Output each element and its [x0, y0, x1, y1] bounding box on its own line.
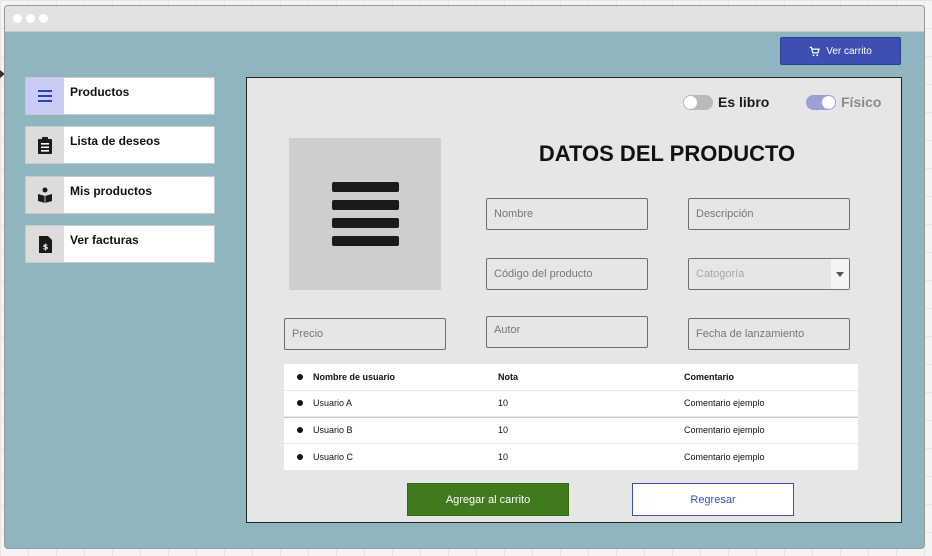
table-header-row: Nombre de usuario Nota Comentario	[284, 364, 858, 391]
column-header: Nombre de usuario	[313, 371, 396, 382]
table-cell: Usuario B	[313, 425, 353, 436]
nombre-field[interactable]: Nombre	[486, 198, 648, 230]
categoria-placeholder: Catogoría	[696, 268, 745, 280]
nav-icon-container	[26, 177, 64, 213]
es-libro-toggle-group: Es libro	[683, 94, 769, 110]
window-dot-icon[interactable]	[39, 14, 48, 23]
page-title: DATOS DEL PRODUCTO	[538, 141, 796, 166]
add-to-cart-button[interactable]: Agregar al carrito	[407, 483, 569, 516]
table-row[interactable]: Usuario C 10 Comentario ejemplo	[284, 444, 858, 471]
nombre-placeholder: Nombre	[494, 208, 534, 220]
invoice-icon: $	[38, 235, 52, 253]
table-row[interactable]: Usuario A 10 Comentario ejemplo	[284, 391, 858, 417]
bullet-icon	[297, 427, 303, 434]
toggle-knob	[684, 95, 697, 109]
nav-icon-container	[26, 127, 64, 163]
table-cell: Usuario A	[313, 398, 353, 409]
svg-text:$: $	[42, 242, 48, 251]
toggle-knob	[822, 95, 835, 109]
fisico-toggle[interactable]	[806, 94, 836, 110]
column-header: Nota	[498, 371, 518, 382]
autor-field[interactable]: Autor	[486, 316, 648, 348]
nav-icon-container: $	[26, 226, 64, 262]
sidebar-item-label: Lista de deseos	[70, 134, 161, 148]
sidebar-item-lista-de-deseos[interactable]: Lista de deseos	[25, 126, 215, 164]
bullet-icon	[297, 373, 303, 380]
window-dot-icon[interactable]	[26, 14, 35, 23]
view-cart-label: Ver carrito	[826, 45, 872, 57]
view-cart-button[interactable]: Ver carrito	[780, 37, 901, 65]
table-cell: 10	[498, 451, 509, 462]
categoria-select[interactable]: Catogoría	[688, 258, 850, 290]
precio-field[interactable]: Precio	[284, 318, 446, 350]
product-panel: Es libro Físico DATOS DEL PRODUCTO Nombr…	[246, 77, 902, 523]
es-libro-toggle[interactable]	[683, 94, 713, 110]
table-cell: Comentario ejemplo	[684, 425, 765, 436]
table-cell: 10	[498, 425, 509, 436]
reviews-table: Nombre de usuario Nota Comentario Usuari…	[284, 364, 858, 470]
bullet-icon	[297, 453, 303, 460]
descripcion-placeholder: Descripción	[696, 208, 754, 220]
table-cell: Comentario ejemplo	[684, 398, 765, 409]
chevron-down-icon	[831, 259, 849, 289]
cart-icon	[809, 46, 820, 56]
sidebar-item-productos[interactable]: Productos	[25, 77, 215, 115]
title-bar	[5, 6, 924, 32]
bullet-icon	[297, 400, 303, 407]
fecha-placeholder: Fecha de lanzamiento	[696, 328, 805, 340]
autor-placeholder: Autor	[494, 324, 521, 336]
clipboard-icon	[38, 136, 52, 154]
sidebar-item-label: Mis productos	[70, 184, 153, 198]
es-libro-label: Es libro	[718, 94, 770, 110]
back-button[interactable]: Regresar	[632, 483, 794, 516]
menu-lines-icon	[331, 182, 399, 246]
sidebar-item-label: Productos	[70, 85, 130, 99]
fisico-label: Físico	[841, 94, 882, 110]
codigo-placeholder: Código del producto	[494, 268, 593, 280]
user-box-icon	[38, 187, 52, 203]
fecha-field[interactable]: Fecha de lanzamiento	[688, 318, 850, 350]
table-cell: Usuario C	[313, 451, 354, 462]
table-row[interactable]: Usuario B 10 Comentario ejemplo	[284, 417, 858, 444]
sidebar-item-ver-facturas[interactable]: $ Ver facturas	[25, 225, 215, 263]
product-image-placeholder[interactable]	[289, 138, 441, 290]
sidebar-item-label: Ver facturas	[70, 233, 139, 247]
fisico-toggle-group: Físico	[806, 94, 881, 110]
precio-placeholder: Precio	[292, 328, 324, 340]
window-controls	[13, 14, 48, 23]
descripcion-field[interactable]: Descripción	[688, 198, 850, 230]
sidebar-item-mis-productos[interactable]: Mis productos	[25, 176, 215, 214]
app-window: Ver carrito Productos Lista de deseos Mi…	[4, 5, 925, 549]
codigo-field[interactable]: Código del producto	[486, 258, 648, 290]
table-cell: 10	[498, 398, 509, 409]
nav-icon-container	[26, 78, 64, 114]
column-header: Comentario	[684, 371, 735, 382]
list-icon	[38, 90, 52, 102]
window-dot-icon[interactable]	[13, 14, 22, 23]
table-cell: Comentario ejemplo	[684, 451, 765, 462]
